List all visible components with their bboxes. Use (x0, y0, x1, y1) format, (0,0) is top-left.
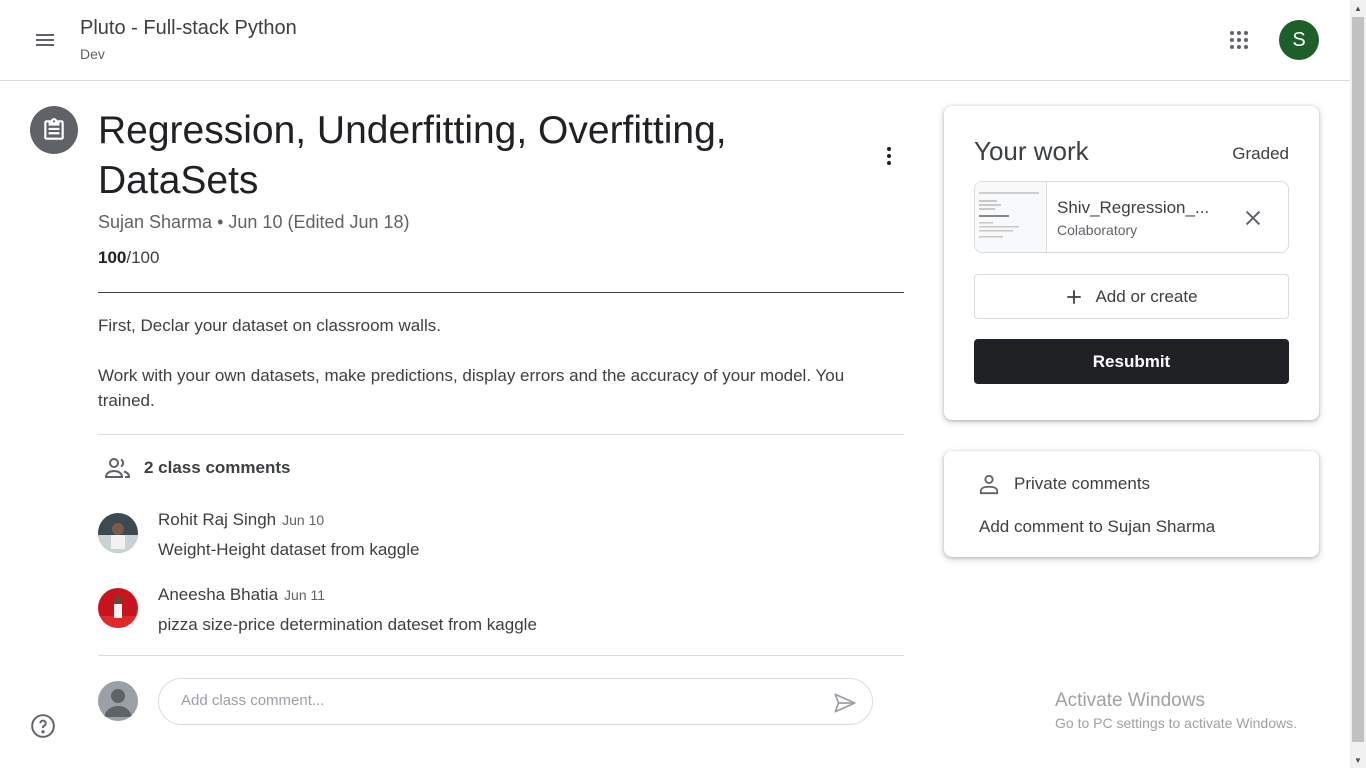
work-status: Graded (1232, 144, 1289, 163)
comment-item: Aneesha Bhatia Jun 11 pizza size-price de… (98, 585, 898, 648)
attachment-type: Colaboratory (1057, 222, 1138, 238)
comment-date: Jun 10 (282, 512, 325, 528)
top-bar: Pluto - Full-stack Python Dev S (0, 0, 1350, 81)
points-earned: 100 (98, 248, 127, 267)
class-comments-toggle[interactable]: 2 class comments (104, 456, 290, 480)
assignment-description: First, Declar your dataset on classroom … (98, 313, 904, 438)
comment-author-row: Aneesha Bhatia Jun 11 (158, 585, 325, 605)
main-menu-button[interactable] (25, 20, 65, 60)
commenter-avatar (98, 588, 138, 628)
commenter-avatar (98, 513, 138, 553)
class-comment-box (158, 678, 873, 725)
comment-author: Rohit Raj Singh (158, 510, 277, 529)
comment-item: Rohit Raj Singh Jun 10 Weight-Height data… (98, 510, 898, 573)
comments-divider (98, 655, 904, 656)
apps-icon (1230, 31, 1248, 49)
description-divider (98, 434, 904, 435)
your-work-title: Your work (974, 136, 1089, 166)
comment-date: Jun 11 (284, 587, 326, 603)
description-paragraph: Work with your own datasets, make predic… (98, 366, 845, 410)
current-user-avatar (98, 681, 138, 721)
add-or-create-label: Add or create (1095, 286, 1198, 306)
meta-separator: • (217, 212, 229, 232)
send-icon (834, 693, 856, 713)
comment-author-row: Rohit Raj Singh Jun 10 (158, 510, 324, 530)
class-section: Dev (80, 46, 105, 62)
private-comments-header: Private comments (978, 473, 1150, 495)
scroll-thumb[interactable] (1352, 17, 1364, 742)
class-title[interactable]: Pluto - Full-stack Python (80, 17, 297, 40)
menu-icon (36, 34, 54, 46)
assignment-author: Sujan Sharma (98, 212, 213, 232)
google-apps-button[interactable] (1219, 20, 1259, 60)
class-comment-input[interactable] (179, 691, 799, 710)
assignment-date: Jun 10 (Edited Jun 18) (228, 212, 410, 232)
account-avatar[interactable]: S (1279, 20, 1319, 60)
class-comments-count: 2 class comments (144, 458, 291, 477)
page-scrollbar[interactable]: ▲ ▼ (1350, 0, 1366, 768)
attachment-thumbnail (975, 182, 1047, 252)
assignment-badge (30, 106, 78, 154)
scroll-down-arrow[interactable]: ▼ (1350, 752, 1366, 768)
help-icon (31, 714, 55, 738)
private-comments-title: Private comments (1014, 474, 1151, 493)
comment-author: Aneesha Bhatia (158, 585, 279, 604)
send-comment-button[interactable] (829, 687, 861, 719)
person-icon (979, 474, 999, 495)
assignment-points: 100/100 (98, 248, 159, 268)
description-paragraph: First, Declar your dataset on classroom … (98, 316, 441, 335)
comment-text: Weight-Height dataset from kaggle (158, 540, 420, 559)
plus-icon (1067, 289, 1082, 304)
remove-attachment-button[interactable] (1237, 202, 1269, 234)
add-or-create-button[interactable]: Add or create (974, 274, 1289, 319)
activate-windows-subtitle: Go to PC settings to activate Windows. (1055, 715, 1297, 731)
private-comments-card: Private comments Add comment to Sujan Sh… (944, 451, 1319, 557)
help-button[interactable] (30, 713, 56, 739)
assignment-title: Regression, Underfitting, Overfitting, D… (98, 109, 727, 202)
attachment-item[interactable]: Shiv_Regression_... Colaboratory (974, 181, 1289, 253)
attachment-name: Shiv_Regression_... (1057, 198, 1210, 217)
header-divider (98, 292, 904, 293)
people-icon (104, 458, 131, 478)
points-total: /100 (126, 248, 160, 267)
comment-text: pizza size-price determination dateset f… (158, 615, 537, 634)
resubmit-button[interactable]: Resubmit (974, 339, 1289, 384)
assignment-icon (44, 118, 64, 140)
activate-windows-title: Activate Windows (1055, 690, 1205, 711)
add-private-comment-link[interactable]: Add comment to Sujan Sharma (979, 517, 1215, 537)
more-vert-icon (887, 147, 891, 165)
your-work-card: Your work Graded Shiv_Regression_... Col… (944, 106, 1319, 420)
more-options-button[interactable] (869, 136, 909, 176)
close-icon (1245, 210, 1261, 226)
scroll-up-arrow[interactable]: ▲ (1350, 0, 1366, 16)
assignment-meta: Sujan Sharma • Jun 10 (Edited Jun 18) (98, 212, 410, 233)
